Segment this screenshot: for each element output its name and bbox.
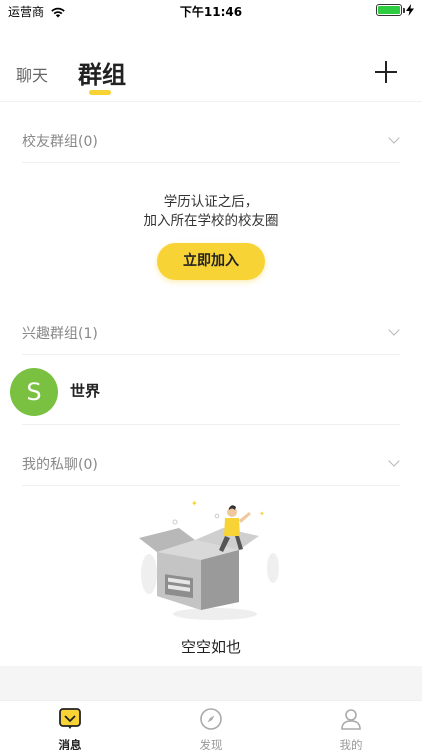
tab-chat[interactable]: 聊天 — [16, 62, 48, 86]
compass-icon — [200, 708, 222, 730]
tab-discover[interactable]: 发现 — [171, 707, 251, 750]
tab-mine[interactable]: 我的 — [311, 707, 391, 750]
alumni-empty-message: 学历认证之后， 加入所在学校的校友圈 — [0, 193, 422, 231]
section-alumni-header[interactable]: 校友群组(0) — [0, 118, 422, 162]
join-now-button[interactable]: 立即加入 — [157, 243, 265, 280]
chevron-down-icon — [388, 455, 400, 467]
tab-group[interactable]: 群组 — [78, 55, 126, 90]
tab-messages-label: 消息 — [58, 738, 82, 750]
status-right — [376, 4, 414, 16]
group-name: 世界 — [70, 382, 101, 400]
section-interest-title: 兴趣群组(1) — [22, 326, 98, 342]
svg-text:✦: ✦ — [259, 510, 265, 518]
chevron-down-icon — [388, 132, 400, 144]
divider — [22, 424, 400, 425]
group-avatar: S — [10, 368, 58, 416]
section-private-header[interactable]: 我的私聊(0) — [0, 441, 422, 485]
divider — [22, 354, 400, 355]
section-alumni-title: 校友群组(0) — [22, 134, 98, 150]
active-tab-indicator — [89, 90, 111, 95]
status-bar: 运营商 下午11:46 — [0, 0, 422, 22]
divider — [22, 162, 400, 163]
bottom-spacer — [0, 666, 422, 700]
alumni-message-line2: 加入所在学校的校友圈 — [143, 213, 279, 229]
message-icon — [59, 708, 81, 729]
charging-icon — [406, 4, 414, 16]
tab-discover-label: 发现 — [199, 738, 223, 750]
section-private-title: 我的私聊(0) — [22, 457, 98, 473]
tab-mine-label: 我的 — [339, 738, 363, 750]
status-time: 下午11:46 — [179, 5, 243, 19]
group-row[interactable]: S 世界 — [0, 366, 422, 418]
user-icon — [341, 709, 361, 730]
svg-text:✦: ✦ — [191, 499, 198, 508]
bottom-tab-bar: 消息 发现 我的 — [0, 700, 422, 750]
battery-icon — [376, 4, 405, 16]
tab-messages[interactable]: 消息 — [30, 707, 110, 750]
empty-box-illustration: ✦ ✦ — [139, 499, 279, 620]
divider — [22, 485, 400, 486]
alumni-message-line1: 学历认证之后， — [163, 194, 259, 210]
header-divider — [0, 101, 422, 102]
chevron-down-icon — [388, 324, 400, 336]
empty-state-text: 空空如也 — [180, 638, 241, 656]
top-header: 聊天 群组 — [0, 50, 422, 100]
section-interest-header[interactable]: 兴趣群组(1) — [0, 310, 422, 354]
add-button[interactable] — [372, 58, 400, 86]
